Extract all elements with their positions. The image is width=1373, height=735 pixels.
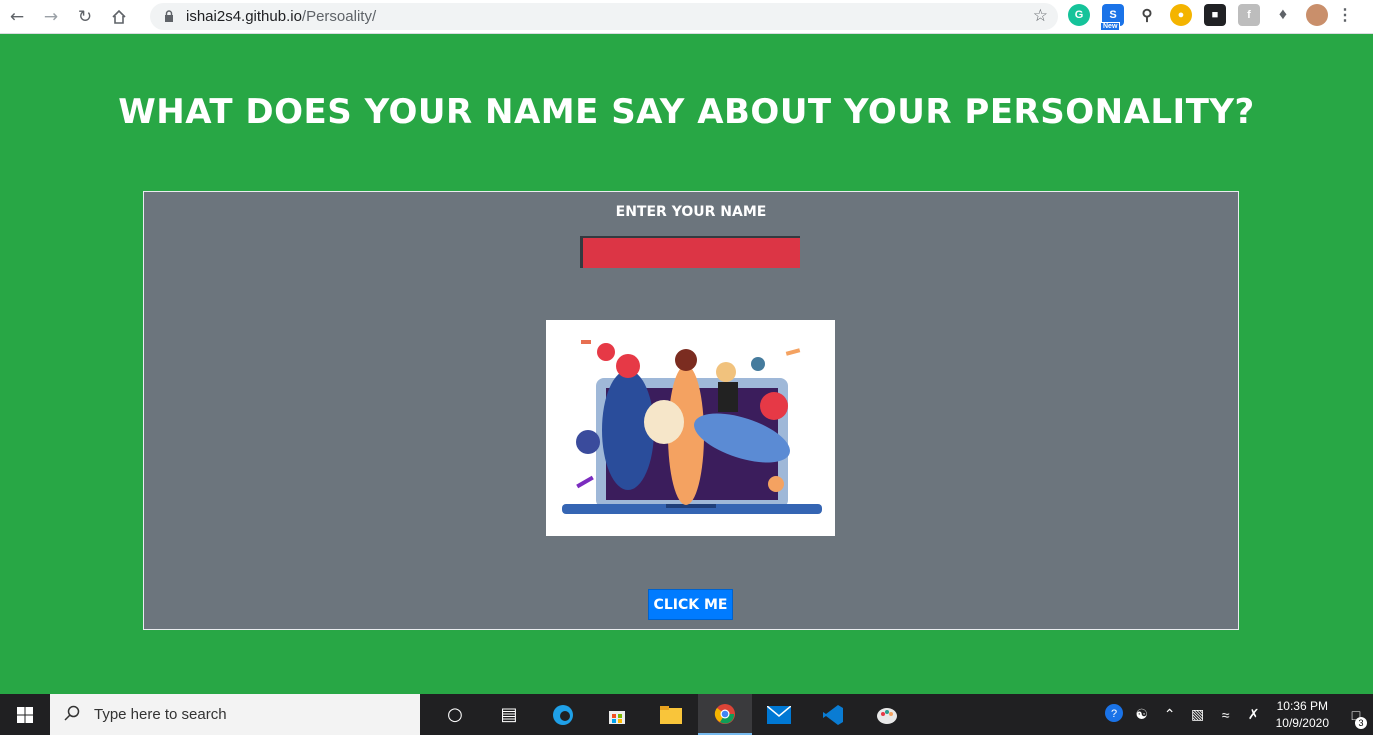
home-icon[interactable] [102,1,136,33]
wifi-icon[interactable]: ≈ [1212,707,1240,723]
notification-icon[interactable]: □ 3 [1339,694,1373,735]
notification-count: 3 [1355,717,1367,729]
forward-icon[interactable]: → [34,1,68,33]
lock-icon [162,10,176,24]
url-text: ishai2s4.github.io/Persoality/ [186,8,377,25]
extensions-row: G S New ⚲ ● ■ f ♦ ⋮ [1068,4,1353,31]
clock[interactable]: 10:36 PM 10/9/2020 [1276,698,1329,732]
party-illustration [546,320,835,536]
lightbulb-icon[interactable]: ⚲ [1136,4,1158,26]
file-explorer-icon[interactable] [644,694,698,735]
click-me-button[interactable]: Click Me [648,589,733,620]
task-view-icon[interactable]: ▤ [482,694,536,735]
grammarly-icon[interactable]: G [1068,4,1090,26]
reload-icon[interactable]: ↻ [68,1,102,33]
store-icon[interactable] [590,694,644,735]
system-tray: ? ☯ ⌃ ▧ ≈ ✗ 10:36 PM 10/9/2020 □ 3 [1100,694,1373,735]
mail-icon[interactable] [752,694,806,735]
volume-muted-icon[interactable]: ✗ [1240,706,1268,723]
avatar[interactable] [1306,4,1328,26]
name-input[interactable] [580,236,800,268]
extension-circle-icon[interactable]: ● [1170,4,1192,26]
battery-icon[interactable]: ▧ [1184,706,1212,723]
taskbar-search[interactable]: Type here to search [50,694,420,735]
cube-icon[interactable]: ■ [1204,4,1226,26]
address-bar[interactable]: ishai2s4.github.io/Persoality/ ☆ [150,3,1058,30]
name-label: Enter your name [615,204,767,220]
clock-date: 10/9/2020 [1275,715,1329,730]
paint-icon[interactable] [860,694,914,735]
help-icon[interactable]: ? [1100,703,1128,726]
back-icon[interactable]: ← [0,1,34,33]
puzzle-icon[interactable]: ♦ [1272,4,1294,26]
vscode-icon[interactable] [806,694,860,735]
page-title: What does your name say about your perso… [118,92,1255,132]
chrome-icon[interactable] [698,694,752,735]
search-placeholder: Type here to search [94,706,227,723]
taskbar: Type here to search ○ ▤ ? ☯ ⌃ ▧ ≈ ✗ 10:3… [0,694,1373,735]
cortana-icon[interactable]: ○ [428,694,482,735]
svg-text:?: ? [1111,708,1117,720]
kebab-menu-icon[interactable]: ⋮ [1337,4,1353,26]
search-icon [64,705,80,725]
people-icon[interactable]: ☯ [1128,706,1156,723]
edge-icon[interactable] [536,694,590,735]
extension-s-icon[interactable]: S New [1100,4,1124,31]
extension-fl-icon[interactable]: f [1238,4,1260,26]
clock-time: 10:36 PM [1276,698,1328,713]
bookmark-star-icon[interactable]: ☆ [1033,6,1048,26]
chevron-up-icon[interactable]: ⌃ [1156,706,1184,723]
windows-start-icon[interactable] [0,694,50,735]
browser-toolbar: ← → ↻ ishai2s4.github.io/Persoality/ ☆ G… [0,0,1373,34]
